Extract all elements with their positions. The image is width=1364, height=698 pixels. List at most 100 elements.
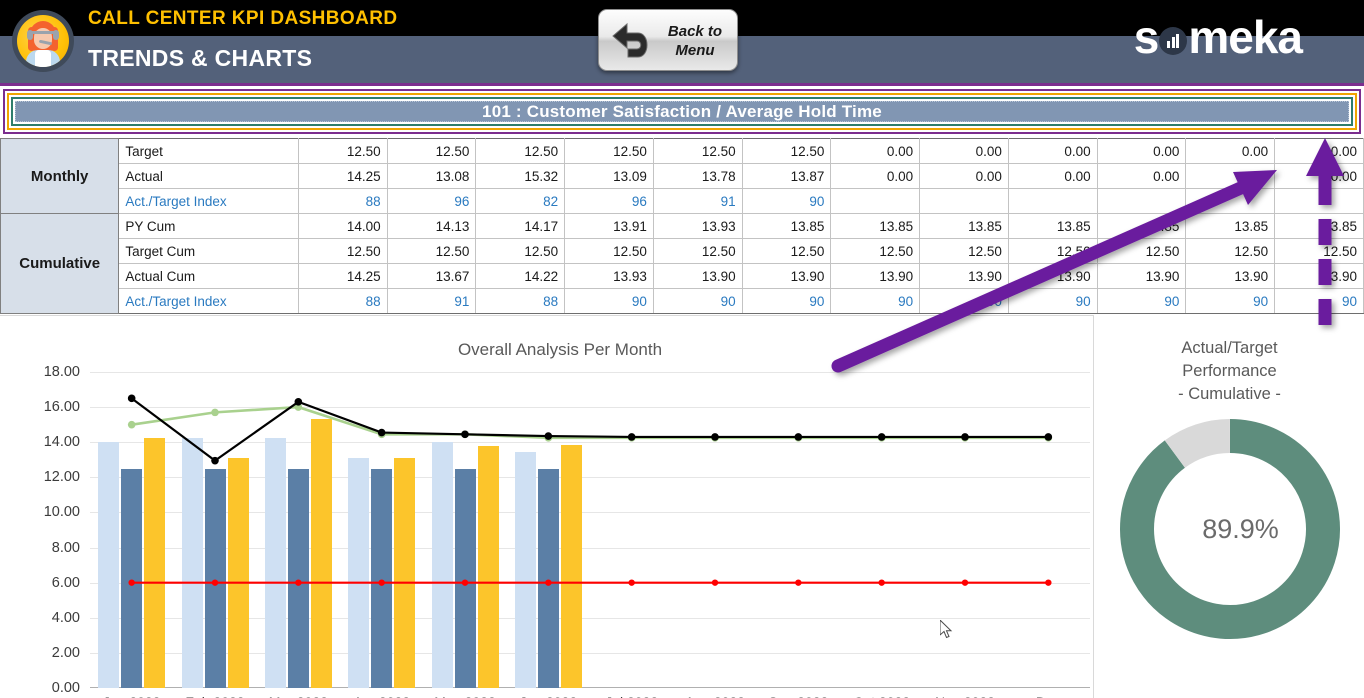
x-axis-tick: Mar 2022 [269,694,328,698]
table-cell[interactable]: 13.85 [1274,213,1364,239]
table-cell[interactable]: 12.50 [564,238,654,264]
table-cell[interactable]: 14.13 [386,213,477,239]
table-cell[interactable]: 13.08 [386,163,477,189]
table-cell[interactable]: 13.67 [386,263,477,289]
table-cell[interactable]: 12.50 [830,238,921,264]
table-cell[interactable]: 0.00 [1185,163,1276,189]
back-to-menu-button[interactable]: Back to Menu [598,9,738,71]
table-cell[interactable]: 90 [564,288,654,314]
table-cell[interactable]: 13.91 [564,213,654,239]
chart-marker [127,394,136,403]
table-cell[interactable]: 13.09 [564,163,654,189]
table-cell[interactable] [830,188,921,214]
table-cell[interactable]: 13.90 [1274,263,1364,289]
table-cell[interactable]: 12.50 [386,238,477,264]
table-cell[interactable] [1274,188,1364,214]
kpi-title-bar[interactable]: 101 : Customer Satisfaction / Average Ho… [3,89,1361,134]
table-cell[interactable]: 14.00 [297,213,388,239]
back-to-menu-label: Back to Menu [657,22,733,60]
table-cell[interactable]: 12.50 [475,238,566,264]
table-cell[interactable]: 90 [830,288,921,314]
table-cell[interactable]: 13.93 [564,263,654,289]
table-cell[interactable]: 14.25 [297,263,388,289]
table-cell[interactable]: 14.22 [475,263,566,289]
table-cell[interactable]: 14.17 [475,213,566,239]
table-cell[interactable]: 90 [741,288,832,314]
table-cell[interactable]: 90 [1007,288,1098,314]
table-cell[interactable]: 0.00 [1007,138,1098,164]
table-cell[interactable]: 13.90 [652,263,743,289]
chart-line-series [127,394,1053,586]
table-cell[interactable]: 0.00 [919,138,1009,164]
table-cell[interactable]: 12.50 [741,138,832,164]
table-cell[interactable]: 0.00 [919,163,1009,189]
table-cell[interactable] [919,188,1009,214]
table-cell[interactable]: 13.90 [1096,263,1187,289]
table-cell[interactable]: 13.90 [741,263,832,289]
table-cell[interactable]: 0.00 [1185,138,1276,164]
x-axis-tick: Dec [1036,694,1061,698]
table-cell[interactable]: 91 [652,188,743,214]
table-cell[interactable]: 15.32 [475,163,566,189]
table-cell[interactable]: 96 [564,188,654,214]
table-cell[interactable]: 0.00 [1274,163,1364,189]
y-axis-tick: 14.00 [43,434,80,451]
table-cell[interactable]: 13.85 [830,213,921,239]
table-cell[interactable]: 13.90 [1185,263,1276,289]
chart-marker [711,433,719,441]
chart-marker [294,398,303,406]
table-cell[interactable]: 13.90 [1007,263,1098,289]
back-arrow-icon [612,22,648,58]
table-cell[interactable] [1185,188,1276,214]
kpi-bar-gold-border: 101 : Customer Satisfaction / Average Ho… [7,93,1357,130]
chart-marker [128,579,135,586]
table-cell[interactable]: 0.00 [1007,163,1098,189]
table-cell[interactable]: 91 [386,288,477,314]
table-cell[interactable]: 13.93 [652,213,743,239]
table-cell[interactable]: 90 [741,188,832,214]
table-cell[interactable]: 12.50 [564,138,654,164]
table-cell[interactable]: 12.50 [1185,238,1276,264]
table-cell[interactable] [1096,188,1187,214]
table-cell[interactable]: 13.90 [919,263,1009,289]
table-cell[interactable]: 90 [1274,288,1364,314]
table-cell[interactable] [1007,188,1098,214]
table-cell[interactable]: 90 [652,288,743,314]
table-cell[interactable]: 13.87 [741,163,832,189]
table-cell[interactable]: 0.00 [1274,138,1364,164]
table-cell[interactable]: 96 [386,188,477,214]
table-cell[interactable]: 12.50 [1274,238,1364,264]
table-cell[interactable]: 12.50 [297,138,388,164]
table-cell[interactable]: 12.50 [297,238,388,264]
table-cell[interactable]: 0.00 [1096,163,1187,189]
table-cell[interactable]: 88 [475,288,566,314]
table-cell[interactable]: 13.85 [1007,213,1098,239]
table-cell[interactable]: 13.90 [830,263,921,289]
table-cell[interactable]: 90 [1096,288,1187,314]
x-axis-tick: Jun 2022 [520,694,578,698]
table-cell[interactable]: 13.85 [919,213,1009,239]
table-row: Monthly Target 12.50 12.50 12.50 12.50 12.50 12… [0,138,1364,214]
table-cell[interactable]: 13.85 [1096,213,1187,239]
table-row: Cumulative PY Cum 14.00 14.13 14.17 13.91 13.9… [0,213,1364,314]
table-cell[interactable]: 14.25 [297,163,388,189]
table-cell[interactable]: 12.50 [652,238,743,264]
table-cell[interactable]: 88 [297,288,388,314]
table-cell[interactable]: 13.78 [652,163,743,189]
table-cell[interactable]: 0.00 [830,163,921,189]
table-cell[interactable]: 12.50 [1007,238,1098,264]
table-cell[interactable]: 0.00 [830,138,921,164]
table-cell[interactable]: 90 [1185,288,1276,314]
table-cell[interactable]: 88 [297,188,388,214]
table-cell[interactable]: 12.50 [741,238,832,264]
table-cell[interactable]: 90 [919,288,1009,314]
table-cell[interactable]: 0.00 [1096,138,1187,164]
table-cell[interactable]: 12.50 [919,238,1009,264]
table-cell[interactable]: 12.50 [652,138,743,164]
table-cell[interactable]: 13.85 [741,213,832,239]
table-cell[interactable]: 12.50 [386,138,477,164]
table-cell[interactable]: 12.50 [475,138,566,164]
table-cell[interactable]: 13.85 [1185,213,1276,239]
table-cell[interactable]: 82 [475,188,566,214]
table-cell[interactable]: 12.50 [1096,238,1187,264]
